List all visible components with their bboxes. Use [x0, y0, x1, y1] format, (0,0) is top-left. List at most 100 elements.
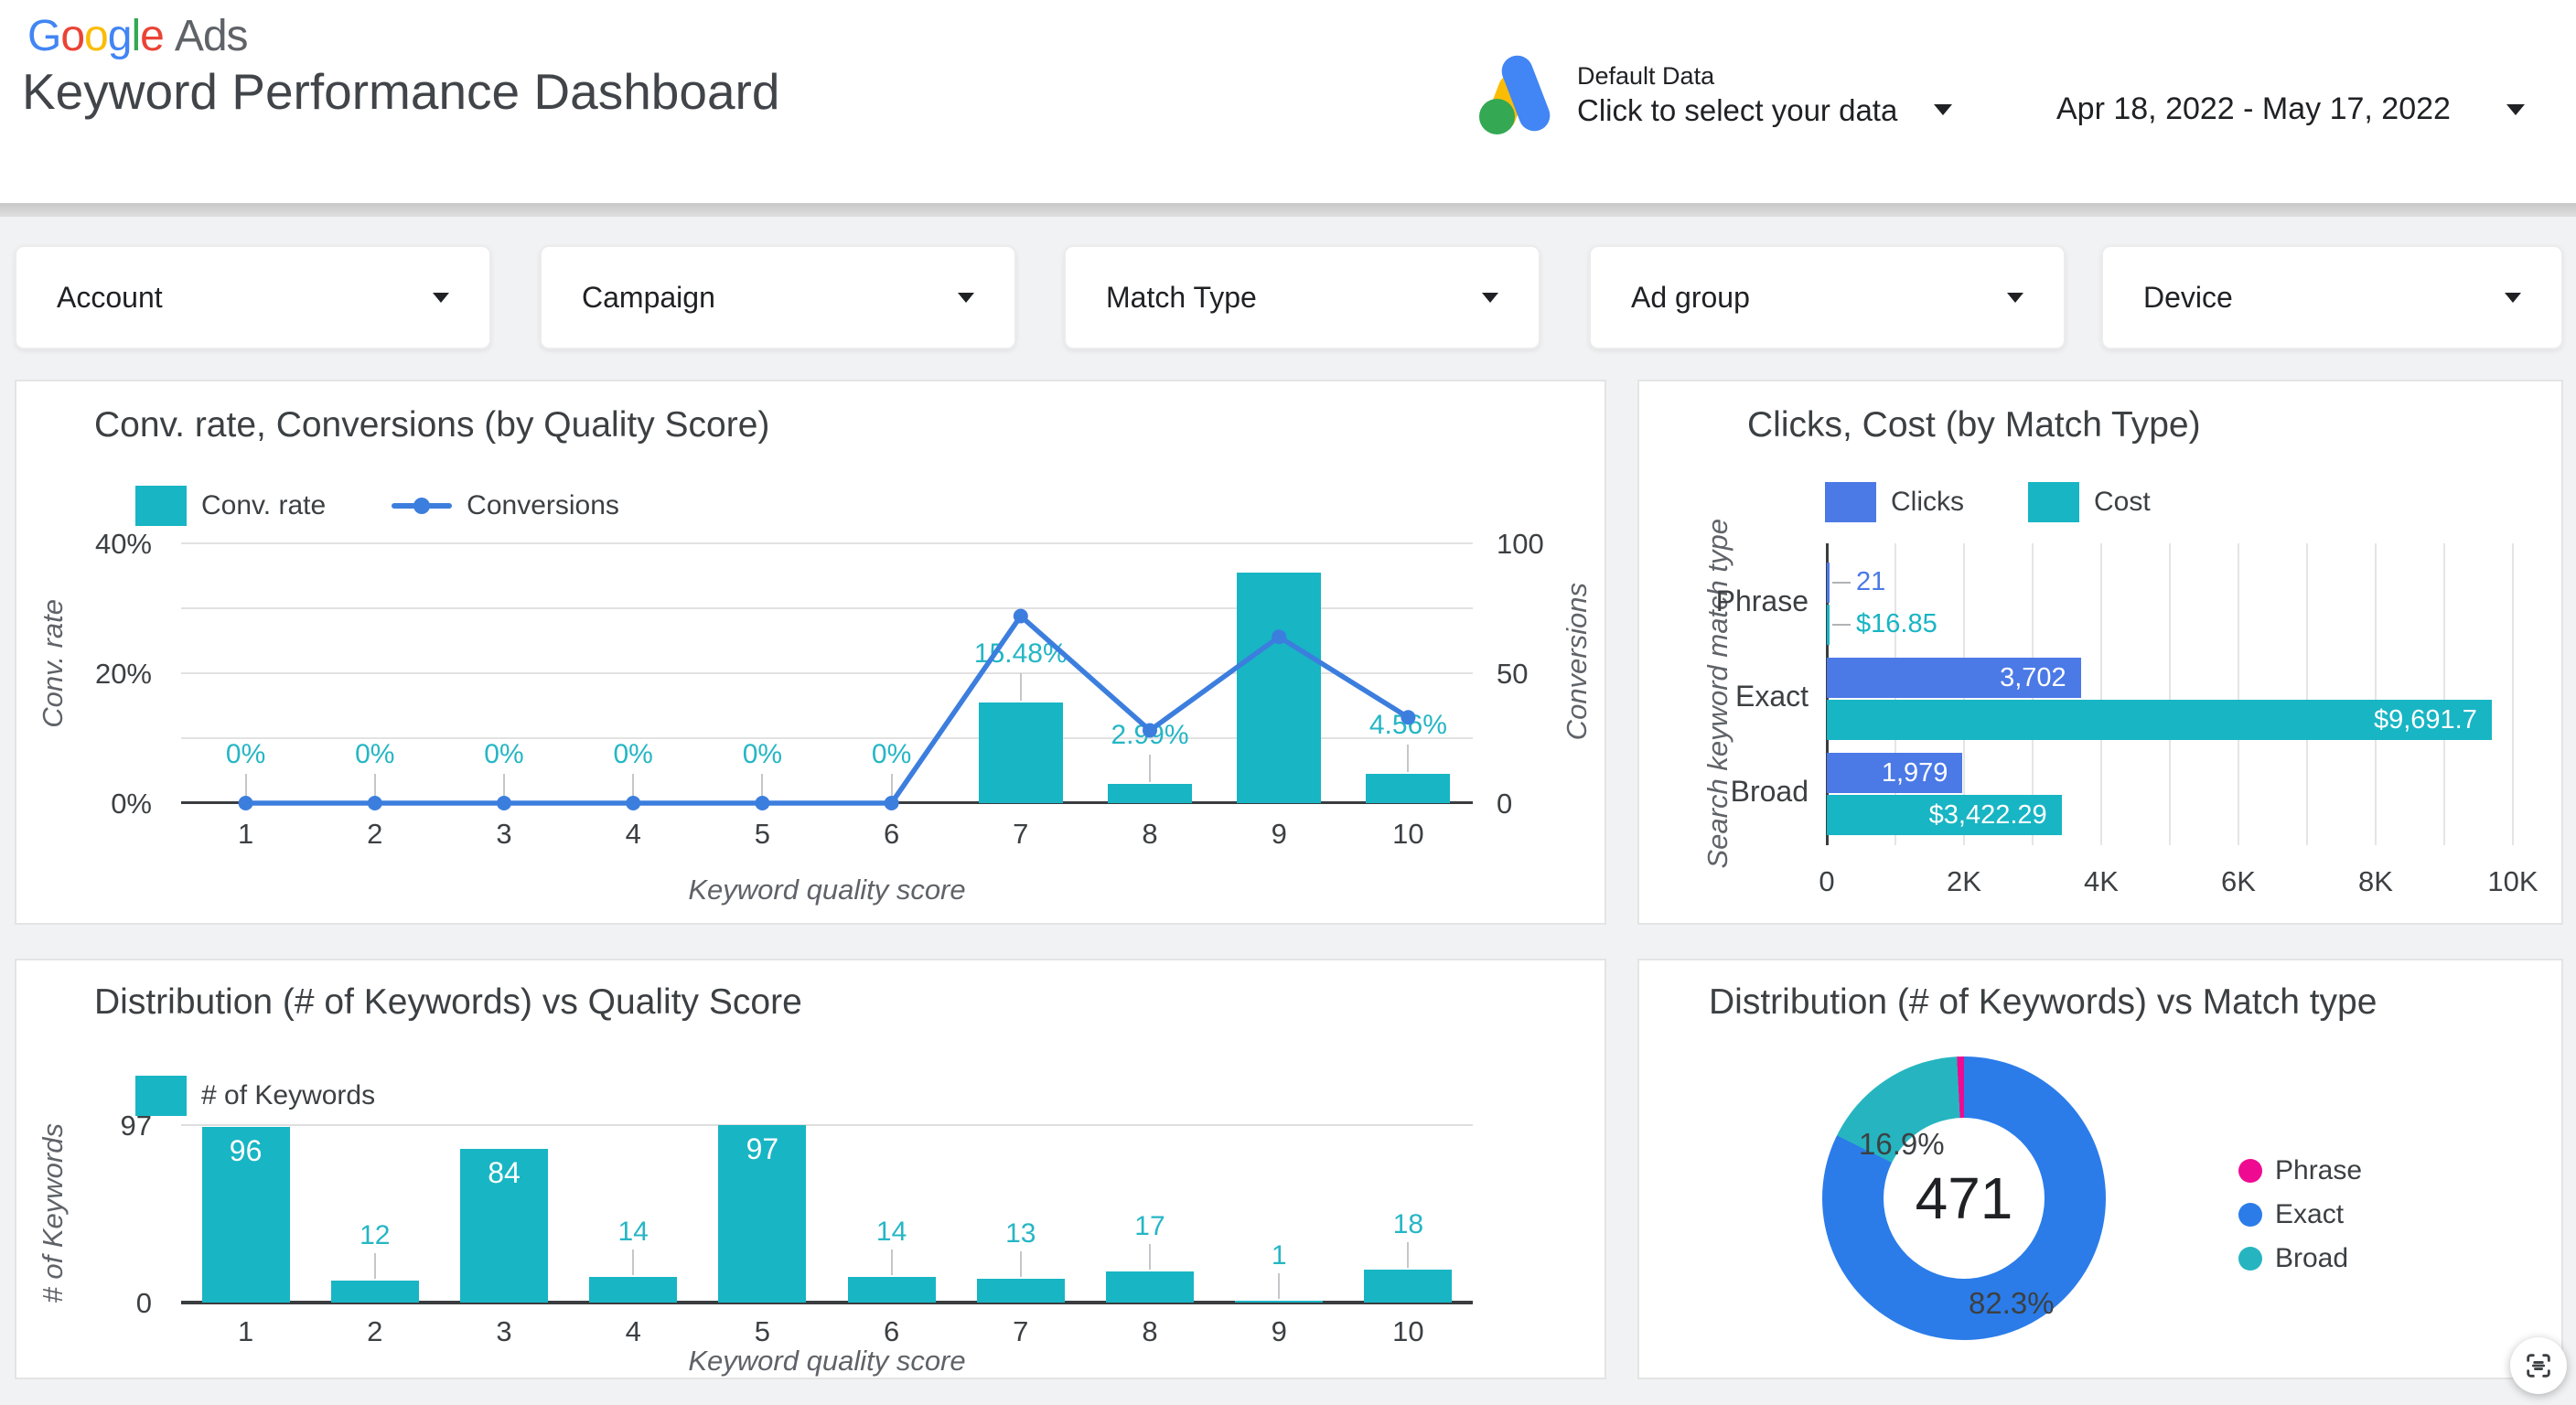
- legend-label: Conversions: [467, 490, 619, 521]
- grid-line: [2100, 543, 2102, 845]
- header-divider: [0, 203, 2576, 217]
- data-label: $16.85: [1856, 609, 1937, 639]
- combo-chart-plot: 0%10%20%30%40%50%615.48%72.99%894.56%104…: [181, 543, 1473, 803]
- ads-icon-green-dot: [1479, 99, 1515, 134]
- chart-title: Distribution (# of Keywords) vs Match ty…: [1709, 982, 2377, 1023]
- legend-item-exact: Exact: [2238, 1198, 2362, 1231]
- google-ads-icon: [1475, 51, 1553, 139]
- clicks-swatch: [1825, 482, 1876, 522]
- leader-line: [1149, 1244, 1151, 1270]
- google-logo-letter: l: [131, 12, 140, 60]
- grid-line: [181, 1124, 1473, 1126]
- x-tick-label: 5: [698, 1315, 827, 1348]
- google-logo-letter: o: [60, 12, 84, 60]
- filter-device[interactable]: Device: [2101, 245, 2563, 349]
- data-label: 14: [569, 1217, 698, 1248]
- google-logo-letter: o: [84, 12, 108, 60]
- bar: [1106, 1271, 1194, 1303]
- x-tick-label: 8: [1085, 1315, 1214, 1348]
- y-tick-label: 40%: [5, 528, 152, 561]
- legend-label: Phrase: [2275, 1155, 2362, 1186]
- x-tick-label: 0: [1790, 865, 1863, 898]
- filter-match-type[interactable]: Match Type: [1064, 245, 1540, 349]
- data-label: 17: [1085, 1211, 1214, 1242]
- conversions-line-marker: [392, 503, 452, 509]
- broad-color-dot: [2238, 1247, 2262, 1271]
- leader-line: [632, 1249, 634, 1275]
- filter-label: Campaign: [582, 281, 715, 315]
- filter-account[interactable]: Account: [15, 245, 491, 349]
- broad-percentage-label: 16.9%: [1859, 1127, 1945, 1162]
- scan-screenshot-button[interactable]: [2510, 1337, 2567, 1394]
- y2-tick-label: 50: [1497, 658, 1606, 691]
- x-tick-label: 6: [827, 1315, 956, 1348]
- scan-text-icon: [2523, 1350, 2554, 1381]
- leader-line: [1278, 1273, 1280, 1299]
- legend-label: # of Keywords: [201, 1080, 375, 1111]
- data-source-name: Default Data: [1577, 62, 1897, 91]
- conv-rate-swatch: [135, 486, 187, 526]
- data-label: 3,702: [1827, 658, 2066, 698]
- data-label: 12: [310, 1220, 439, 1251]
- chart-legend: Conv. rate Conversions: [135, 486, 619, 526]
- x-tick-label: 10K: [2476, 865, 2549, 898]
- bar: [589, 1277, 677, 1303]
- category-label: Phrase: [1626, 585, 1809, 618]
- chevron-down-icon: [2505, 293, 2521, 303]
- chevron-down-icon: [958, 293, 974, 303]
- y-tick-label: 0%: [5, 788, 152, 820]
- data-label: 18: [1344, 1209, 1473, 1240]
- grid-line: [2306, 543, 2308, 845]
- data-label: 97: [698, 1132, 827, 1166]
- google-logo-ads-text: Ads: [175, 12, 248, 60]
- filter-ad-group[interactable]: Ad group: [1589, 245, 2066, 349]
- filter-campaign[interactable]: Campaign: [540, 245, 1016, 349]
- x-tick-label: 7: [956, 818, 1085, 851]
- filter-label: Account: [57, 281, 163, 315]
- grid-line: [2375, 543, 2377, 845]
- page-title: Keyword Performance Dashboard: [22, 62, 779, 121]
- x-tick-label: 10: [1344, 818, 1473, 851]
- date-range-selector[interactable]: Apr 18, 2022 - May 17, 2022: [2056, 91, 2451, 127]
- bar: [1235, 1301, 1323, 1303]
- google-logo-letter: e: [140, 12, 164, 60]
- leader-line: [374, 1253, 376, 1279]
- legend-label: Conv. rate: [201, 490, 326, 521]
- x-tick-label: 10: [1344, 1315, 1473, 1348]
- x-tick-label: 1: [181, 1315, 310, 1348]
- x-tick-label: 1: [181, 818, 310, 851]
- legend-label: Exact: [2275, 1199, 2344, 1230]
- leader-line: [891, 1249, 893, 1275]
- date-range-chevron-down-icon[interactable]: [2506, 104, 2525, 115]
- x-tick-label: 8K: [2339, 865, 2412, 898]
- x-tick-label: 3: [439, 818, 568, 851]
- x-tick-label: 7: [956, 1315, 1085, 1348]
- x-tick-label: 8: [1085, 818, 1214, 851]
- x-tick-label: 6: [827, 818, 956, 851]
- filter-label: Device: [2143, 281, 2233, 315]
- x-tick-label: 5: [698, 818, 827, 851]
- cost-swatch: [2028, 482, 2079, 522]
- x-tick-label: 4K: [2065, 865, 2138, 898]
- exact-percentage-label: 82.3%: [1969, 1286, 2055, 1321]
- grid-line: [2443, 543, 2445, 845]
- data-source-chevron-down-icon[interactable]: [1934, 104, 1952, 115]
- google-ads-logo: GoogleAds: [27, 11, 248, 61]
- leader-line: [1832, 624, 1851, 626]
- data-source-selector[interactable]: Default Data Click to select your data: [1475, 51, 1897, 139]
- data-label: $3,422.29: [1827, 795, 2047, 835]
- x-tick-label: 9: [1215, 1315, 1344, 1348]
- bar: [848, 1277, 936, 1303]
- bar: [977, 1279, 1065, 1303]
- leader-line: [1832, 582, 1851, 584]
- match-type-donut: 471: [1822, 1056, 2106, 1340]
- x-tick-label: 6K: [2202, 865, 2275, 898]
- filter-label: Match Type: [1106, 281, 1257, 315]
- data-label: $9,691.7: [1827, 700, 2477, 740]
- chevron-down-icon: [1482, 293, 1498, 303]
- chart-conv-rate-conversions: Conv. rate, Conversions (by Quality Scor…: [15, 380, 1606, 925]
- y2-tick-label: 100: [1497, 528, 1606, 561]
- legend-label: Broad: [2275, 1243, 2348, 1274]
- legend-label: Clicks: [1891, 487, 1964, 518]
- bar: [331, 1281, 419, 1303]
